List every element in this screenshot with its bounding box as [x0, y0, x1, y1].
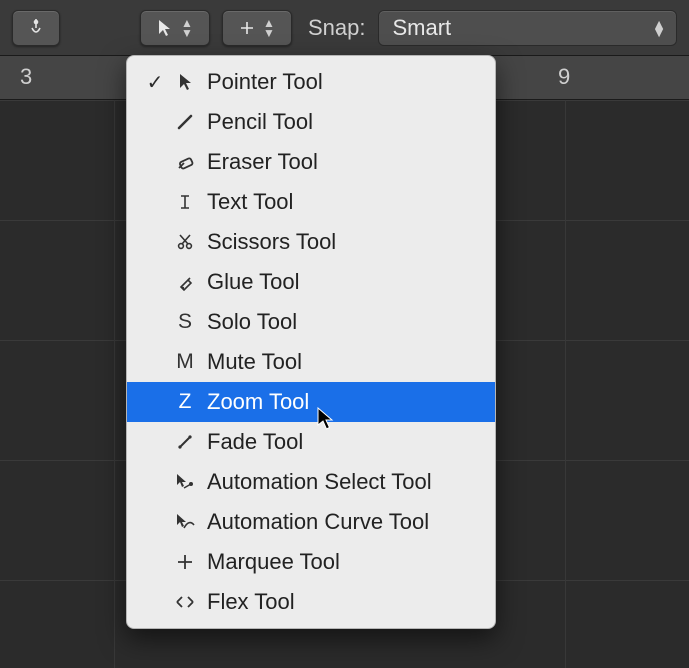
menu-item-label: Flex Tool [201, 589, 295, 615]
menu-item-label: Zoom Tool [201, 389, 309, 415]
snap-label: Snap: [308, 15, 366, 41]
menu-item-label: Marquee Tool [201, 549, 340, 575]
menu-item-label: Glue Tool [201, 269, 300, 295]
glue-icon [169, 273, 201, 291]
menu-item-glue-tool[interactable]: Glue Tool [127, 262, 495, 302]
updown-icon: ▲▼ [652, 20, 666, 36]
menu-item-zoom-tool[interactable]: ZZoom Tool [127, 382, 495, 422]
menu-item-label: Fade Tool [201, 429, 303, 455]
menu-item-flex-tool[interactable]: Flex Tool [127, 582, 495, 622]
snap-select[interactable]: Smart ▲▼ [378, 10, 678, 46]
menu-item-scissors-tool[interactable]: Scissors Tool [127, 222, 495, 262]
menu-item-pencil-tool[interactable]: Pencil Tool [127, 102, 495, 142]
menu-item-label: Mute Tool [201, 349, 302, 375]
marquee-small-icon [239, 20, 255, 36]
pointer-icon [157, 19, 173, 37]
dropdown-chevrons-icon: ▲▼ [181, 18, 193, 38]
menu-item-automation-select-tool[interactable]: Automation Select Tool [127, 462, 495, 502]
menu-item-pointer-tool[interactable]: ✓ Pointer Tool [127, 62, 495, 102]
menu-item-label: Solo Tool [201, 309, 297, 335]
right-tool-dropdown[interactable]: ▲▼ [222, 10, 292, 46]
menu-item-text-tool[interactable]: Text Tool [127, 182, 495, 222]
toolbar: ▲▼ ▲▼ Snap: Smart ▲▼ [0, 0, 689, 56]
menu-item-label: Eraser Tool [201, 149, 318, 175]
flex-icon [169, 594, 201, 610]
snap-value: Smart [393, 15, 452, 41]
menu-item-mute-tool[interactable]: MMute Tool [127, 342, 495, 382]
menu-item-fade-tool[interactable]: Fade Tool [127, 422, 495, 462]
menu-item-label: Pencil Tool [201, 109, 313, 135]
S-icon: S [169, 310, 201, 334]
ruler-marker: 9 [558, 64, 570, 90]
dropdown-chevrons-icon: ▲▼ [263, 18, 275, 38]
left-tool-dropdown[interactable]: ▲▼ [140, 10, 210, 46]
menu-item-label: Automation Curve Tool [201, 509, 429, 535]
ruler-marker: 3 [20, 64, 32, 90]
fade-icon [169, 433, 201, 451]
check-icon: ✓ [141, 70, 169, 95]
scissors-icon [169, 233, 201, 251]
menu-item-automation-curve-tool[interactable]: Automation Curve Tool [127, 502, 495, 542]
menu-item-label: Automation Select Tool [201, 469, 432, 495]
M-icon: M [169, 350, 201, 374]
Z-icon: Z [169, 390, 201, 414]
catch-playhead-button[interactable] [12, 10, 60, 46]
text-icon [169, 193, 201, 211]
autocrv-icon [169, 513, 201, 531]
autosel-icon [169, 473, 201, 491]
menu-item-solo-tool[interactable]: SSolo Tool [127, 302, 495, 342]
menu-item-label: Scissors Tool [201, 229, 336, 255]
pointer-icon [169, 73, 201, 91]
catch-playhead-icon [26, 18, 46, 38]
pencil-icon [169, 113, 201, 131]
menu-item-eraser-tool[interactable]: Eraser Tool [127, 142, 495, 182]
marquee-icon [169, 554, 201, 570]
menu-item-label: Pointer Tool [201, 69, 323, 95]
tool-menu: ✓ Pointer Tool Pencil Tool Eraser Tool Text … [126, 55, 496, 629]
menu-item-label: Text Tool [201, 189, 293, 215]
menu-item-marquee-tool[interactable]: Marquee Tool [127, 542, 495, 582]
eraser-icon [169, 153, 201, 171]
